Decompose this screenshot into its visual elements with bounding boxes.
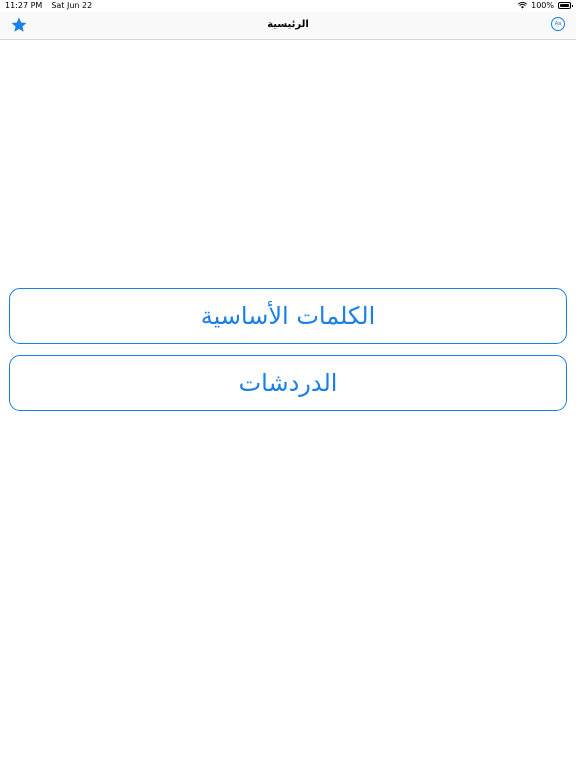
status-time: 11:27 PM — [5, 1, 43, 10]
conversations-button[interactable]: الدردشات — [9, 355, 567, 411]
language-icon-label: Aa — [554, 21, 562, 27]
conversations-label: الدردشات — [238, 369, 338, 397]
navigation-bar: الرئيسية Aa — [0, 12, 576, 40]
language-icon[interactable]: Aa — [551, 17, 565, 31]
battery-icon — [558, 2, 573, 9]
wifi-icon — [518, 2, 528, 9]
battery-percent: 100% — [531, 1, 554, 10]
basic-words-label: الكلمات الأساسية — [200, 302, 376, 330]
status-date: Sat Jun 22 — [51, 1, 93, 10]
status-bar: 11:27 PM Sat Jun 22 100% — [0, 0, 576, 12]
page-title: الرئيسية — [267, 19, 309, 30]
basic-words-button[interactable]: الكلمات الأساسية — [9, 288, 567, 344]
